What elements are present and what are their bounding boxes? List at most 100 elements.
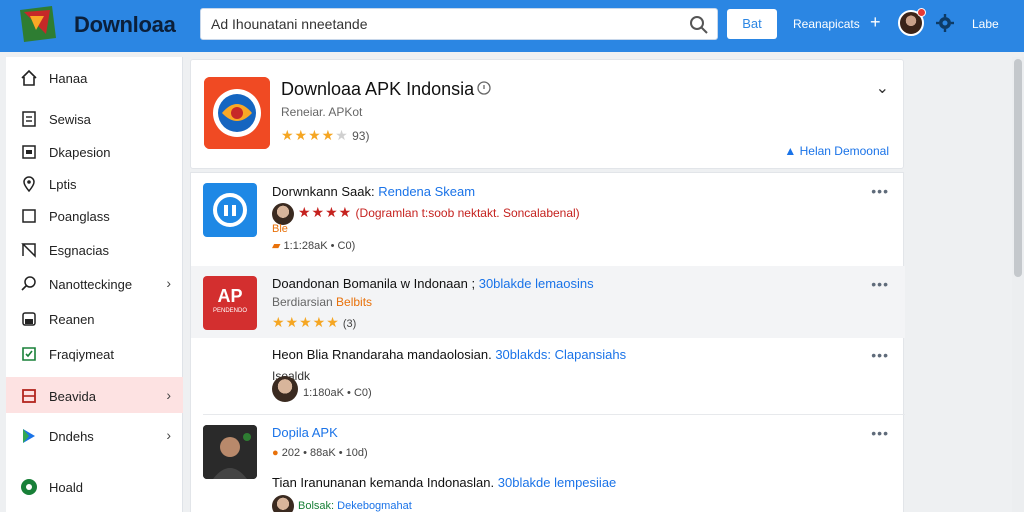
search-icon bbox=[21, 276, 36, 291]
sidebar-item-label: Beavida bbox=[49, 389, 96, 404]
item-stats-text: 1:1:28aK • C0) bbox=[283, 240, 356, 252]
app-icon-subtext: PENDENDO bbox=[212, 308, 247, 314]
item-title-link[interactable]: 30blakds: Clapansiahs bbox=[495, 347, 626, 362]
sidebar-item-label: Reanen bbox=[49, 312, 95, 327]
user-avatar[interactable] bbox=[898, 8, 926, 36]
sidebar-item-label: Dkapesion bbox=[49, 145, 111, 160]
sidebar-item-esgnacias[interactable]: Esgnacias bbox=[6, 231, 183, 267]
rating-count: (3) bbox=[342, 318, 357, 330]
more-options-icon[interactable]: ••• bbox=[871, 425, 889, 441]
sidebar-item-reanen[interactable]: Reanen bbox=[6, 300, 183, 336]
top-action-button[interactable]: Bat bbox=[727, 9, 777, 39]
divider bbox=[203, 414, 905, 415]
item-meta-link[interactable]: Dekebogmahat bbox=[337, 500, 412, 512]
item-meta: Bolsak: Dekebogmahat bbox=[272, 495, 412, 512]
app-header-card: Downloaa APK Indonsia Reneiar. APKot ★★★… bbox=[190, 59, 904, 169]
item-meta-text: Berdiarsian bbox=[272, 295, 337, 309]
sidebar-item-label: Hanaa bbox=[49, 71, 88, 86]
item-meta: ★★★★ (Dogramlan t:soob nektakt. Soncalab… bbox=[272, 203, 580, 225]
bank-icon bbox=[22, 312, 36, 326]
app-rating: ★★★★★ 93) bbox=[281, 127, 369, 144]
item-description: (Dogramlan t:soob nektakt. Soncalabenal) bbox=[355, 206, 580, 221]
sidebar-item-fraqiymeat[interactable]: Fraqiymeat bbox=[6, 335, 183, 371]
more-options-icon[interactable]: ••• bbox=[871, 276, 889, 292]
item-title: Dorwnkann Saak: Rendena Skeam bbox=[272, 184, 475, 199]
item-title-link[interactable]: 30blakde lempesiiae bbox=[498, 475, 617, 490]
sidebar-item-nanotteckinge[interactable]: Nanotteckinge › bbox=[6, 265, 183, 301]
top-label[interactable]: Labe bbox=[972, 17, 999, 31]
top-nav-link[interactable]: Reanapicats bbox=[793, 17, 860, 31]
avatar bbox=[272, 376, 298, 402]
app-logo-icon[interactable] bbox=[16, 4, 60, 44]
sidebar-item-home[interactable]: Hanaa bbox=[6, 59, 183, 95]
chevron-right-icon: › bbox=[166, 275, 171, 291]
brand-title[interactable]: Downloaa bbox=[74, 12, 176, 38]
item-title-text: Tian Iranunanan kemanda Indonaslan. bbox=[272, 475, 498, 490]
item-stats: ▰ 1:1:28aK • C0) bbox=[272, 239, 355, 252]
scrollbar-thumb[interactable] bbox=[1014, 59, 1022, 277]
sidebar-item-label: Lptis bbox=[49, 177, 77, 192]
home-icon bbox=[21, 69, 37, 86]
item-title-link[interactable]: 30blakde lemaosins bbox=[479, 276, 594, 291]
window-icon bbox=[22, 145, 36, 159]
avatar bbox=[272, 203, 294, 225]
list-item[interactable]: Heon Blia Rnandaraha mandaolosian. 30bla… bbox=[191, 339, 905, 415]
app-icon[interactable] bbox=[204, 77, 270, 149]
sidebar-item-sewisa[interactable]: Sewisa bbox=[6, 100, 183, 136]
list-item[interactable]: Dopila APK ● 202 • 88aK • 10d) Tian Iran… bbox=[191, 417, 905, 512]
sidebar-item-label: Hoald bbox=[49, 480, 83, 495]
app-subtitle: Reneiar. APKot bbox=[281, 105, 363, 119]
app-title: Downloaa APK Indonsia bbox=[281, 79, 475, 99]
item-title-text: Doandonan Bomanila w Indonaan ; bbox=[272, 276, 479, 291]
item-title[interactable]: Dopila APK bbox=[272, 425, 338, 440]
app-icon bbox=[203, 183, 257, 237]
item-extra: Ble bbox=[272, 223, 288, 235]
sidebar-item-dkapesion[interactable]: Dkapesion bbox=[6, 133, 183, 169]
top-app-bar: Downloaa Ad Ihounatani nneetande Bat Rea… bbox=[0, 0, 1024, 52]
document-icon bbox=[22, 111, 36, 127]
download-link-label: Helan Demoonal bbox=[799, 144, 889, 158]
sidebar-item-label: Dndehs bbox=[49, 429, 94, 444]
item-title: Doandonan Bomanila w Indonaan ; 30blakde… bbox=[272, 276, 594, 291]
app-icon: AP PENDENDO bbox=[203, 276, 257, 330]
sidebar-item-beavida[interactable]: Beavida › bbox=[6, 377, 183, 413]
add-icon[interactable]: + bbox=[870, 12, 881, 33]
item-stats: ● 202 • 88aK • 10d) bbox=[272, 447, 368, 459]
item-title-link[interactable]: Rendena Skeam bbox=[378, 184, 475, 199]
shield-icon bbox=[22, 347, 36, 361]
play-store-icon bbox=[23, 429, 35, 443]
chevron-down-icon[interactable]: ⌄ bbox=[876, 78, 889, 98]
square-icon bbox=[22, 209, 36, 223]
chevron-right-icon: › bbox=[166, 427, 171, 443]
avatar bbox=[272, 495, 294, 512]
sidebar-item-label: Esgnacias bbox=[49, 243, 109, 258]
app-icon bbox=[203, 425, 257, 479]
list-item[interactable]: AP PENDENDO Doandonan Bomanila w Indonaa… bbox=[191, 266, 905, 338]
search-input[interactable]: Ad Ihounatani nneetande bbox=[200, 8, 718, 40]
scrollbar[interactable] bbox=[1012, 57, 1024, 512]
rating-stars: ★★★★★ bbox=[281, 127, 349, 143]
more-options-icon[interactable]: ••• bbox=[871, 347, 889, 363]
item-title: Heon Blia Rnandaraha mandaolosian. 30bla… bbox=[272, 347, 626, 362]
sidebar-item-poanglass[interactable]: Poanglass bbox=[6, 197, 183, 233]
search-icon[interactable] bbox=[689, 15, 709, 35]
more-options-icon[interactable]: ••• bbox=[871, 183, 889, 199]
list-item[interactable]: Dorwnkann Saak: Rendena Skeam ★★★★ (Dogr… bbox=[191, 173, 905, 265]
info-icon[interactable] bbox=[477, 81, 491, 95]
grid-icon bbox=[22, 389, 36, 403]
stars-empty: ★ bbox=[335, 127, 349, 143]
gear-icon[interactable] bbox=[935, 13, 955, 33]
item-meta-tag: Belbits bbox=[336, 295, 373, 309]
badge-icon: ▰ bbox=[272, 240, 284, 252]
sidebar-item-lptis[interactable]: Lptis bbox=[6, 165, 183, 201]
green-status-icon bbox=[21, 479, 37, 495]
sidebar-item-dndehs[interactable]: Dndehs › bbox=[6, 417, 183, 453]
item-meta-label: Bolsak: bbox=[298, 499, 338, 512]
item-stats: 1:180aK • C0) bbox=[303, 387, 372, 399]
app-list: Dorwnkann Saak: Rendena Skeam ★★★★ (Dogr… bbox=[190, 172, 905, 512]
search-query: Ad Ihounatani nneetande bbox=[211, 16, 368, 32]
sidebar-item-hoald[interactable]: Hoald bbox=[6, 468, 183, 504]
app-icon-text: AP bbox=[217, 286, 243, 306]
rating-stars: ★★★★★ bbox=[272, 314, 340, 330]
download-link[interactable]: ▲ Helan Demoonal bbox=[784, 144, 889, 158]
